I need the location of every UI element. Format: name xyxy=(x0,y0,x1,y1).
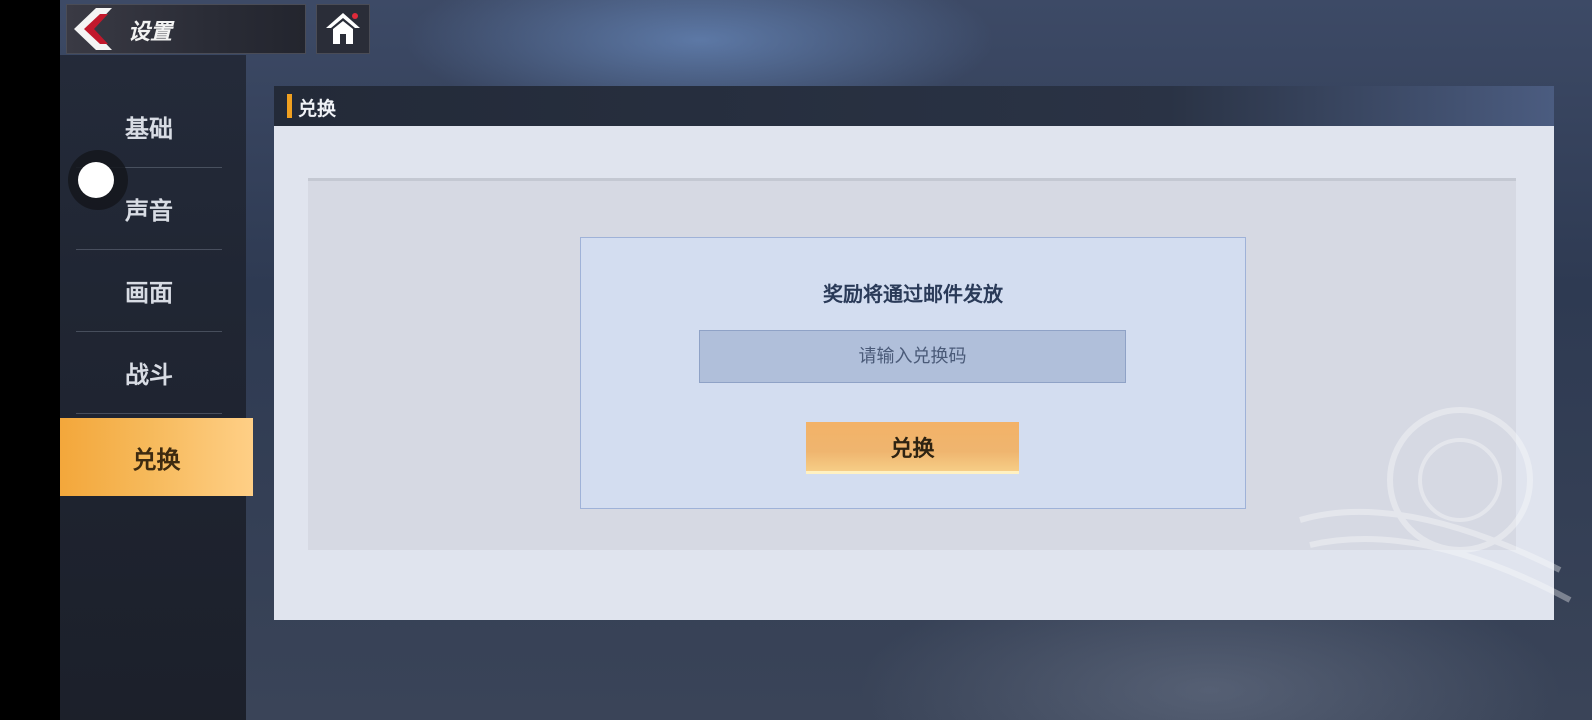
reward-note: 奖励将通过邮件发放 xyxy=(823,282,1003,306)
floating-assist-button[interactable] xyxy=(68,150,128,210)
back-arrow-icon xyxy=(74,8,112,50)
home-button[interactable] xyxy=(316,4,370,54)
home-icon xyxy=(326,13,360,44)
panel-title: 兑换 xyxy=(298,98,337,120)
panel-header: 兑换 xyxy=(274,86,1554,126)
panel-header-accent xyxy=(287,94,292,118)
sidebar-item-redeem[interactable]: 兑换 xyxy=(60,418,253,496)
sidebar-item-combat[interactable]: 战斗 xyxy=(76,332,222,414)
back-button[interactable] xyxy=(70,6,126,52)
page-title: 设置 xyxy=(128,19,173,45)
emblem-watermark xyxy=(1299,407,1572,603)
redeem-button[interactable]: 兑换 xyxy=(806,422,1019,474)
left-edge xyxy=(0,0,60,720)
sidebar-item-graphics[interactable]: 画面 xyxy=(76,250,222,332)
redeem-code-input[interactable] xyxy=(699,330,1126,383)
